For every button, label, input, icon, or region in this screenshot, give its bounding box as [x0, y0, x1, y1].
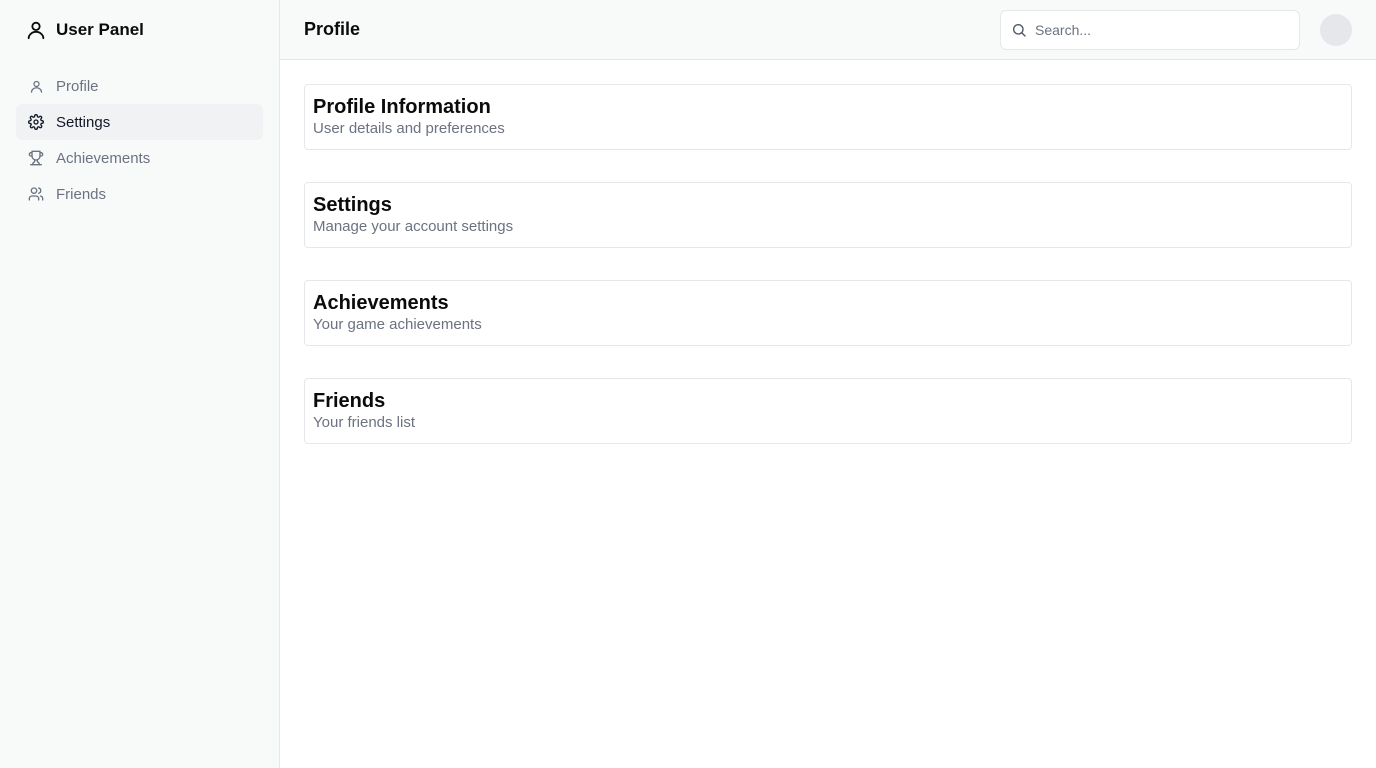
card-description: Your game achievements — [313, 316, 482, 333]
topbar: Profile — [280, 0, 1376, 60]
card-description: User details and preferences — [313, 120, 505, 137]
card-friends[interactable]: Friends Your friends list — [304, 378, 1352, 444]
content: Profile Information User details and pre… — [280, 60, 1376, 500]
main-area: Profile Profile Information User details… — [280, 0, 1376, 768]
gear-icon — [28, 114, 44, 130]
card-achievements[interactable]: Achievements Your game achievements — [304, 280, 1352, 346]
brand: User Panel — [16, 0, 263, 60]
search-icon — [1011, 22, 1027, 38]
card-title: Friends — [313, 390, 386, 412]
card-title: Settings — [313, 194, 392, 216]
avatar[interactable] — [1320, 13, 1352, 46]
user-icon — [24, 18, 48, 42]
card-description: Your friends list — [313, 414, 415, 431]
card-profile-information[interactable]: Profile Information User details and pre… — [304, 84, 1352, 150]
card-title: Profile Information — [313, 96, 491, 118]
users-icon — [28, 186, 44, 202]
search-box[interactable] — [1000, 9, 1300, 50]
sidebar-item-label: Achievements — [56, 149, 151, 167]
sidebar-item-achievements[interactable]: Achievements — [16, 140, 263, 176]
user-icon — [28, 78, 44, 94]
trophy-icon — [28, 150, 44, 166]
sidebar-item-label: Settings — [56, 113, 111, 131]
sidebar-nav: Profile Settings Achievements Friends — [16, 68, 263, 212]
card-title: Achievements — [313, 292, 449, 314]
search-input[interactable] — [1035, 21, 1289, 38]
app: User Panel Profile Settings Achievements… — [0, 0, 1376, 768]
page-title: Profile — [304, 19, 361, 39]
sidebar-item-profile[interactable]: Profile — [16, 68, 263, 104]
card-settings[interactable]: Settings Manage your account settings — [304, 182, 1352, 248]
sidebar-item-friends[interactable]: Friends — [16, 176, 263, 212]
card-description: Manage your account settings — [313, 218, 514, 235]
sidebar-item-settings[interactable]: Settings — [16, 104, 263, 140]
sidebar: User Panel Profile Settings Achievements… — [0, 0, 280, 768]
sidebar-item-label: Profile — [56, 77, 99, 95]
brand-title: User Panel — [56, 20, 144, 39]
sidebar-item-label: Friends — [56, 185, 107, 203]
